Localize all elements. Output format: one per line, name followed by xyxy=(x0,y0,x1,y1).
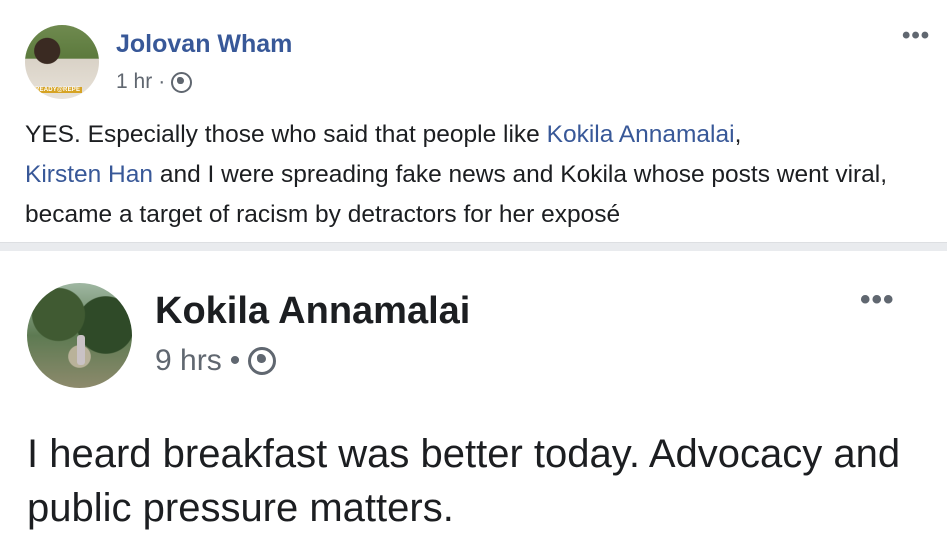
shared-post-timestamp[interactable]: 9 hrs xyxy=(155,344,222,378)
globe-icon[interactable] xyxy=(171,71,193,93)
shared-post-avatar[interactable] xyxy=(27,283,132,388)
avatar-tag: READY@REPE xyxy=(33,87,83,93)
avatar-figure xyxy=(77,335,85,365)
comment-post: READY@REPE Jolovan Wham 1 hr · ••• YES. … xyxy=(0,0,947,243)
shared-post-author[interactable]: Kokila Annamalai xyxy=(155,290,470,333)
timestamp[interactable]: 1 hr xyxy=(116,70,152,94)
comment-text: YES. Especially those who said that peop… xyxy=(25,115,925,235)
mention-link-kokila[interactable]: Kokila Annamalai xyxy=(547,121,735,148)
meta-separator: · xyxy=(158,70,166,93)
post-meta: 1 hr · xyxy=(116,70,193,94)
post-divider xyxy=(0,243,947,251)
globe-icon[interactable] xyxy=(248,347,277,375)
author-name[interactable]: Jolovan Wham xyxy=(116,30,292,59)
avatar[interactable]: READY@REPE xyxy=(25,25,99,99)
mention-link-kirsten[interactable]: Kirsten Han xyxy=(25,161,153,188)
shared-meta-separator: • xyxy=(229,344,241,377)
comment-text-part2: , xyxy=(734,121,742,148)
shared-post-meta: 9 hrs • xyxy=(155,344,277,378)
more-options-icon[interactable]: ••• xyxy=(860,285,895,315)
comment-text-part1: YES. Especially those who said that peop… xyxy=(25,121,547,148)
shared-post-text: I heard breakfast was better today. Advo… xyxy=(27,432,901,530)
comment-text-part3: and I were spreading fake news and Kokil… xyxy=(25,161,888,228)
more-options-icon[interactable]: ••• xyxy=(902,24,930,48)
